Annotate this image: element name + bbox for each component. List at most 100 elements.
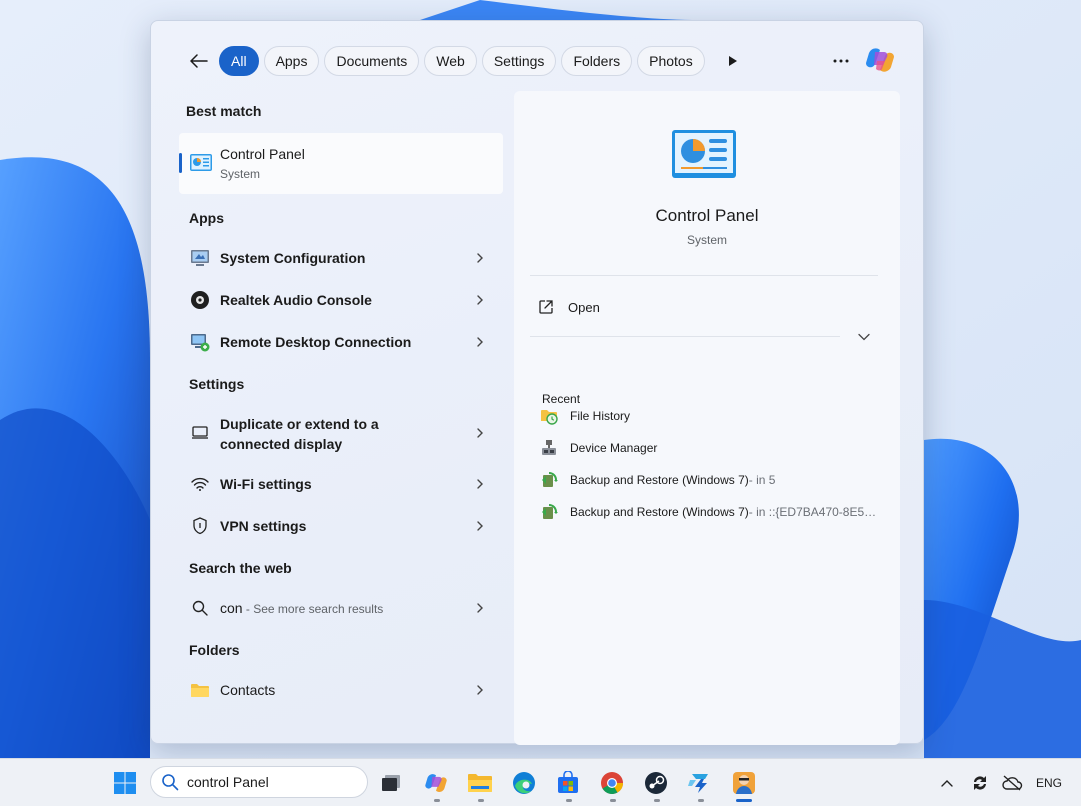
- steam-icon: [645, 772, 667, 794]
- show-hidden-icons-button[interactable]: [932, 768, 962, 798]
- open-external-icon: [539, 300, 553, 314]
- web-suffix: - See more search results: [242, 602, 384, 616]
- steam-button[interactable]: [641, 768, 671, 798]
- ellipsis-icon: [833, 59, 849, 63]
- more-options-button[interactable]: [826, 45, 856, 77]
- search-icon: [162, 774, 179, 791]
- edge-browser-button[interactable]: [509, 768, 539, 798]
- recent-item-backup-restore[interactable]: Backup and Restore (Windows 7) - in 5: [540, 469, 880, 491]
- chevron-right-icon: [477, 337, 483, 347]
- chevron-down-icon: [858, 333, 870, 341]
- chevron-right-icon: [477, 295, 483, 305]
- result-vpn-settings[interactable]: VPN settings: [179, 506, 503, 546]
- result-label: Remote Desktop Connection: [220, 334, 412, 350]
- more-filters-button[interactable]: [718, 46, 748, 76]
- copilot-taskbar-button[interactable]: [421, 768, 451, 798]
- result-remote-desktop-connection[interactable]: Remote Desktop Connection: [179, 322, 503, 362]
- open-action[interactable]: Open: [538, 295, 600, 319]
- input-language-indicator[interactable]: ENG: [1036, 776, 1062, 790]
- running-indicator: [654, 799, 660, 802]
- result-label: Contacts: [220, 682, 276, 698]
- copilot-icon: [425, 774, 447, 792]
- folder-icon: [190, 680, 210, 700]
- task-view-button[interactable]: [376, 768, 406, 798]
- selection-indicator: [179, 153, 182, 173]
- avatar-app-icon: [733, 772, 755, 794]
- result-system-configuration[interactable]: System Configuration: [179, 238, 503, 278]
- tab-folders[interactable]: Folders: [561, 46, 633, 76]
- recent-item-device-manager[interactable]: Device Manager: [540, 437, 880, 459]
- tab-photos[interactable]: Photos: [637, 46, 705, 76]
- display-icon: [190, 423, 210, 443]
- recent-item-location: - in ::{ED7BA470-8E54-465E-825C-99712043…: [748, 505, 880, 519]
- tab-documents[interactable]: Documents: [324, 46, 420, 76]
- details-pane: Control Panel System Open Recent File Hi…: [514, 91, 900, 745]
- recent-item-file-history[interactable]: File History: [540, 405, 880, 427]
- result-duplicate-extend-display[interactable]: Duplicate or extend to a connected displ…: [179, 411, 503, 455]
- pinned-avatar-app-button[interactable]: [729, 768, 759, 798]
- tab-apps[interactable]: Apps: [263, 46, 320, 76]
- recent-item-location: - in 5: [748, 473, 776, 487]
- result-realtek-audio-console[interactable]: Realtek Audio Console: [179, 280, 503, 320]
- filter-bar: All Apps Documents Web Settings Folders …: [181, 45, 748, 77]
- result-label: con - See more search results: [220, 600, 383, 616]
- system-configuration-icon: [190, 248, 210, 268]
- recent-item-name: Backup and Restore (Windows 7): [570, 505, 749, 519]
- result-label: VPN settings: [220, 518, 307, 534]
- open-label: Open: [568, 299, 600, 315]
- copilot-icon: [866, 48, 894, 72]
- backup-restore-icon: [542, 504, 558, 519]
- web-query: con: [220, 600, 243, 616]
- running-indicator: [478, 799, 484, 802]
- chrome-button[interactable]: [597, 768, 627, 798]
- result-label: System Configuration: [220, 250, 366, 266]
- microsoft-store-button[interactable]: [553, 768, 583, 798]
- taskbar-search-box[interactable]: [150, 766, 368, 798]
- wifi-icon: [190, 474, 210, 494]
- recent-item-backup-restore-2[interactable]: Backup and Restore (Windows 7) - in ::{E…: [540, 501, 880, 523]
- play-icon: [728, 56, 737, 66]
- running-indicator: [434, 799, 440, 802]
- folder-icon: [468, 774, 492, 792]
- best-match-heading: Best match: [186, 103, 262, 119]
- back-button[interactable]: [181, 45, 217, 77]
- control-panel-large-icon: [672, 130, 736, 178]
- realtek-audio-icon: [190, 290, 210, 310]
- tab-web[interactable]: Web: [424, 46, 477, 76]
- best-match-title: Control Panel: [220, 146, 305, 162]
- details-title: Control Panel: [655, 206, 759, 225]
- result-wifi-settings[interactable]: Wi-Fi settings: [179, 464, 503, 504]
- windows-logo-icon: [114, 772, 136, 794]
- taskbar-search-input[interactable]: [187, 774, 357, 790]
- chevron-up-icon: [941, 780, 953, 787]
- search-web-heading: Search the web: [189, 560, 292, 576]
- tab-settings[interactable]: Settings: [481, 46, 557, 76]
- chrome-icon: [601, 772, 623, 794]
- running-indicator: [698, 799, 704, 802]
- expand-actions-button[interactable]: [854, 327, 874, 347]
- chevron-right-icon: [477, 521, 483, 531]
- search-icon: [190, 598, 210, 618]
- back-arrow-icon: [190, 54, 208, 68]
- best-match-subtitle: System: [220, 167, 261, 181]
- running-indicator: [610, 799, 616, 802]
- onedrive-tray-button[interactable]: [997, 768, 1027, 798]
- tab-all[interactable]: All: [219, 46, 259, 76]
- result-web-search[interactable]: con - See more search results: [179, 588, 503, 628]
- edge-icon: [513, 772, 535, 794]
- result-label: Duplicate or extend to a connected displ…: [220, 416, 379, 452]
- control-panel-icon: [190, 154, 212, 171]
- store-icon: [558, 771, 578, 793]
- best-match-control-panel[interactable]: Control Panel System: [179, 133, 503, 194]
- sync-tray-button[interactable]: [965, 768, 995, 798]
- active-app-indicator: [736, 799, 752, 802]
- start-button[interactable]: [110, 768, 140, 798]
- result-label: Realtek Audio Console: [220, 292, 372, 308]
- file-explorer-button[interactable]: [465, 768, 495, 798]
- pinned-app-button[interactable]: [685, 768, 715, 798]
- details-subtitle: System: [686, 233, 727, 247]
- result-label: Wi-Fi settings: [220, 476, 312, 492]
- running-indicator: [566, 799, 572, 802]
- copilot-button[interactable]: [863, 43, 897, 77]
- result-contacts-folder[interactable]: Contacts: [179, 670, 503, 710]
